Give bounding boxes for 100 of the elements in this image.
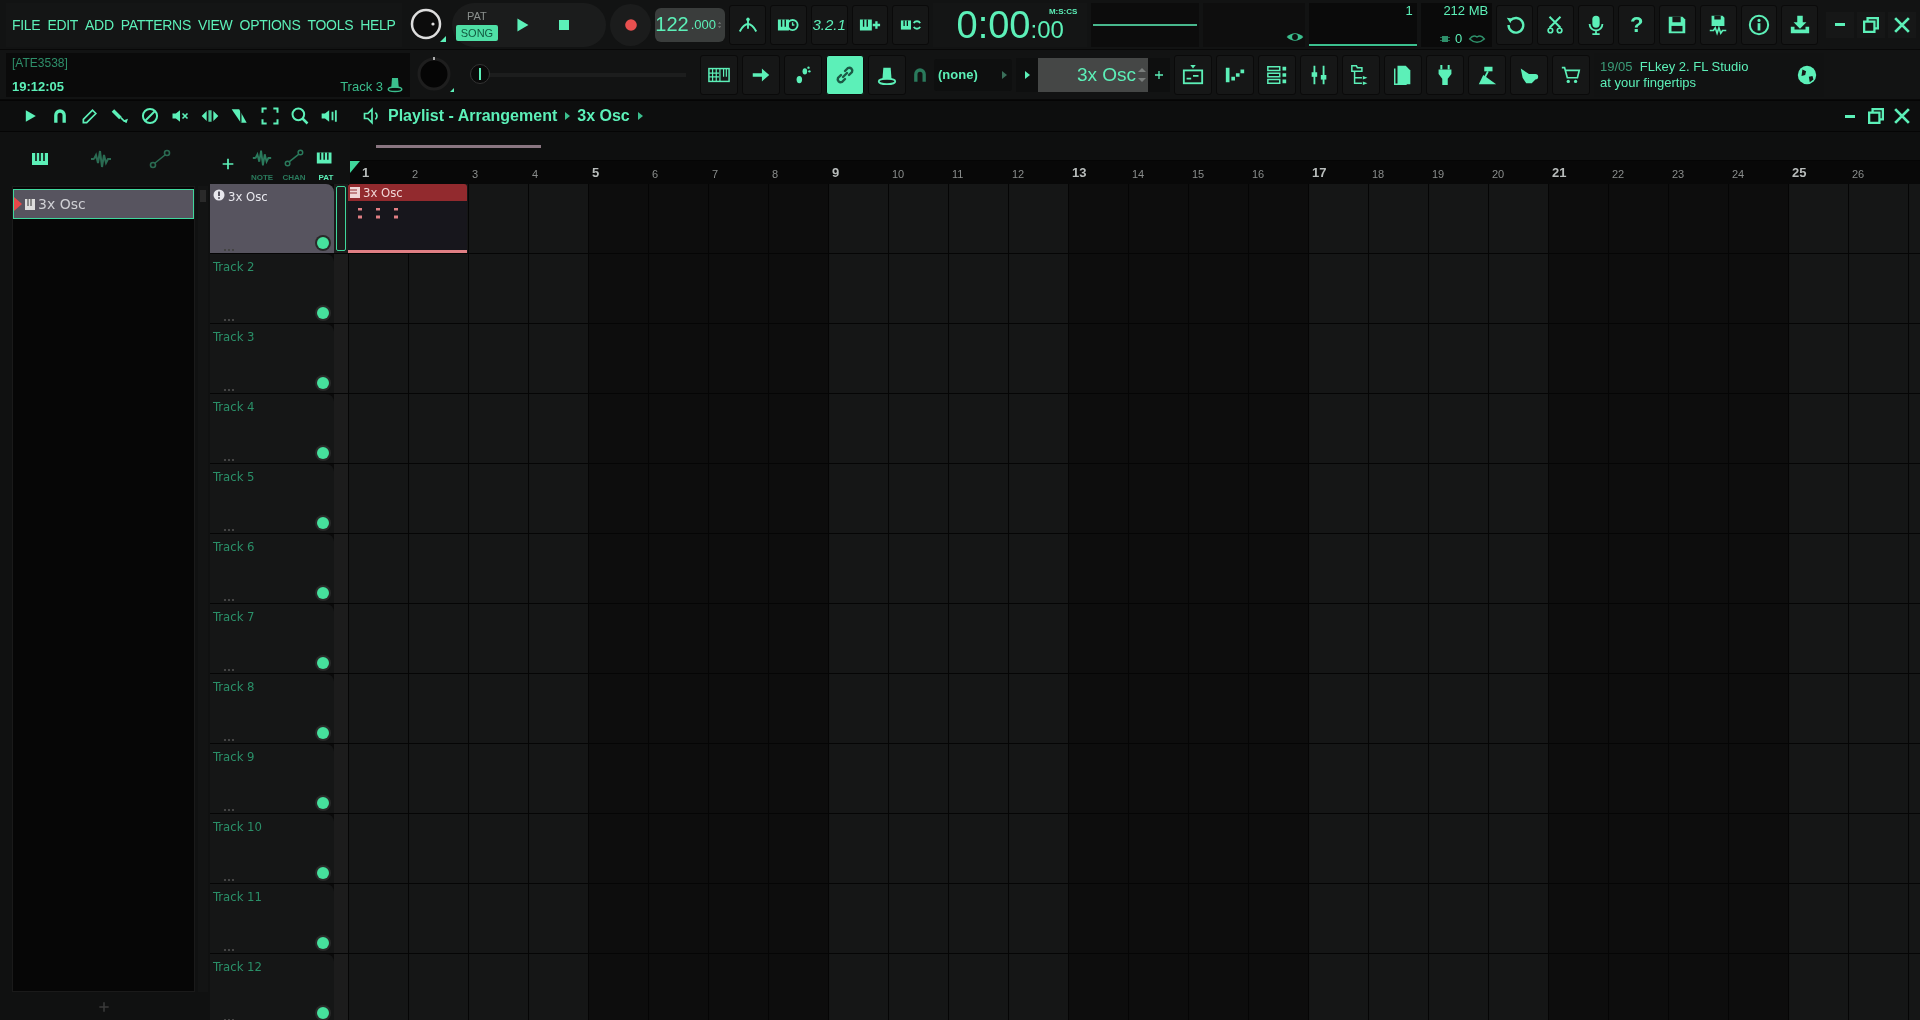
drum-button[interactable] [1468,54,1506,95]
track-header[interactable]: Track 10 [210,814,334,883]
bar-number: 4 [531,168,540,182]
bar-number: 5 [591,165,601,182]
menu-item[interactable]: OPTIONS [239,16,301,33]
record-button[interactable] [610,3,652,46]
mute-indicator[interactable] [317,657,329,669]
pattern-mode-button[interactable]: PAT [462,8,492,24]
metronome-button[interactable] [729,4,767,45]
restore-icon [1868,108,1884,124]
menu-item[interactable]: TOOLS [307,16,354,33]
cut-button[interactable] [1536,4,1574,45]
mute-indicator[interactable] [317,727,329,739]
track-header[interactable]: Track 5 [210,464,334,533]
step-edit-button[interactable] [851,4,889,45]
minimize-icon [1835,23,1846,26]
pattern-clip[interactable]: 3x Osc [348,184,467,253]
polyphony-value: 0 [1454,31,1463,46]
mute-indicator[interactable] [317,797,329,809]
close-button[interactable] [1888,11,1917,38]
track-header[interactable]: Track 9 [210,744,334,813]
minimize-button[interactable] [1826,11,1855,38]
zoom-icon [290,106,310,126]
link-button[interactable] [826,54,864,95]
restore-button[interactable] [1857,11,1886,38]
track-header[interactable]: Track 2 [210,254,334,323]
plugin-button[interactable] [1426,54,1464,95]
browser-button[interactable] [1342,54,1380,95]
menu-item[interactable]: VIEW [197,16,233,33]
menu-item[interactable]: PATTERNS [120,16,191,33]
mute-indicator[interactable] [317,447,329,459]
memory-value: 212 MB [1443,2,1489,18]
track-header[interactable]: Track 6 [210,534,334,603]
playlist-button[interactable] [1174,54,1212,95]
mute-indicator[interactable] [317,937,329,949]
snap-dropdown[interactable]: (none) [934,58,1012,91]
mute-indicator[interactable] [317,587,329,599]
wait-input-button[interactable] [742,54,780,95]
picker-tab[interactable]: CHAN [278,145,310,184]
song-mode-button[interactable]: SONG [455,25,499,41]
mute-indicator[interactable] [317,237,329,249]
bar-number: 10 [891,168,906,182]
help-button[interactable]: ? [1618,4,1656,45]
track-header[interactable]: Track 7 [210,604,334,673]
track-header[interactable]: Track 3 [210,324,334,393]
channel-rack-button[interactable] [1258,54,1296,95]
minimize-icon [1845,114,1855,118]
track-name: Track 10 [213,819,262,834]
close-icon [1894,108,1910,124]
multilink-button[interactable] [868,54,906,95]
pattern-name[interactable]: 3x Osc [577,107,630,125]
pattern-selector[interactable]: 3x Osc [1038,57,1148,92]
track-name: Track 5 [213,469,255,484]
mute-indicator[interactable] [317,1007,329,1019]
mute-indicator[interactable] [317,377,329,389]
tempo-field[interactable]: 122.000 [655,7,726,42]
bar-number: 14 [1131,168,1146,182]
picker-item[interactable]: 3x Osc [13,189,194,219]
track-header[interactable]: Track 11 [210,884,334,953]
track-name: Track 12 [213,959,262,974]
touch-button[interactable] [1510,54,1548,95]
mute-indicator[interactable] [317,307,329,319]
mixer-button[interactable] [1300,54,1338,95]
undo-button[interactable] [1496,4,1533,45]
store-button[interactable] [1552,54,1590,95]
countdown-button[interactable]: 3.2.1 [810,4,848,45]
project-button[interactable] [1384,54,1422,95]
automation-filter[interactable] [148,147,173,171]
mute-indicator[interactable] [317,867,329,879]
bar-number: 17 [1311,165,1328,182]
bar-number: 23 [1671,168,1686,182]
menu-item[interactable]: FILE [12,16,41,33]
record-audio-button[interactable] [1577,4,1615,45]
typing-keyboard-button[interactable] [700,54,738,95]
track-header[interactable]: 3x Osc [210,184,334,253]
picker-tab[interactable]: PAT [310,145,342,184]
track-lane[interactable]: 3x Osc [348,184,1920,253]
time-value: 0:00 [956,2,1031,47]
caret-icon [563,111,572,121]
globe-icon [1796,63,1818,86]
track-name: Track 11 [213,889,262,904]
record-pattern-button[interactable] [770,4,807,45]
piano-roll-button[interactable] [1216,54,1254,95]
track-header[interactable]: Track 4 [210,394,334,463]
step-record-button[interactable] [784,54,822,95]
menu-item[interactable]: HELP [360,16,396,33]
picker-tab[interactable]: NOTE [246,145,278,184]
menu-item[interactable]: ADD [85,16,114,33]
download-button[interactable] [1781,4,1819,45]
slider-thumb[interactable] [470,63,490,84]
loop-record-button[interactable] [892,4,929,45]
news-text: 19/05 FLkey 2. FL Studio at your fingertips [1600,58,1750,91]
mute-indicator[interactable] [317,517,329,529]
track-name: Track 9 [213,749,255,764]
save-button[interactable] [1659,4,1696,45]
export-button[interactable] [1699,4,1737,45]
track-header[interactable]: Track 12 [210,954,334,1020]
menu-item[interactable]: EDIT [47,16,79,33]
track-header[interactable]: Track 8 [210,674,334,743]
info-button[interactable] [1740,4,1778,45]
